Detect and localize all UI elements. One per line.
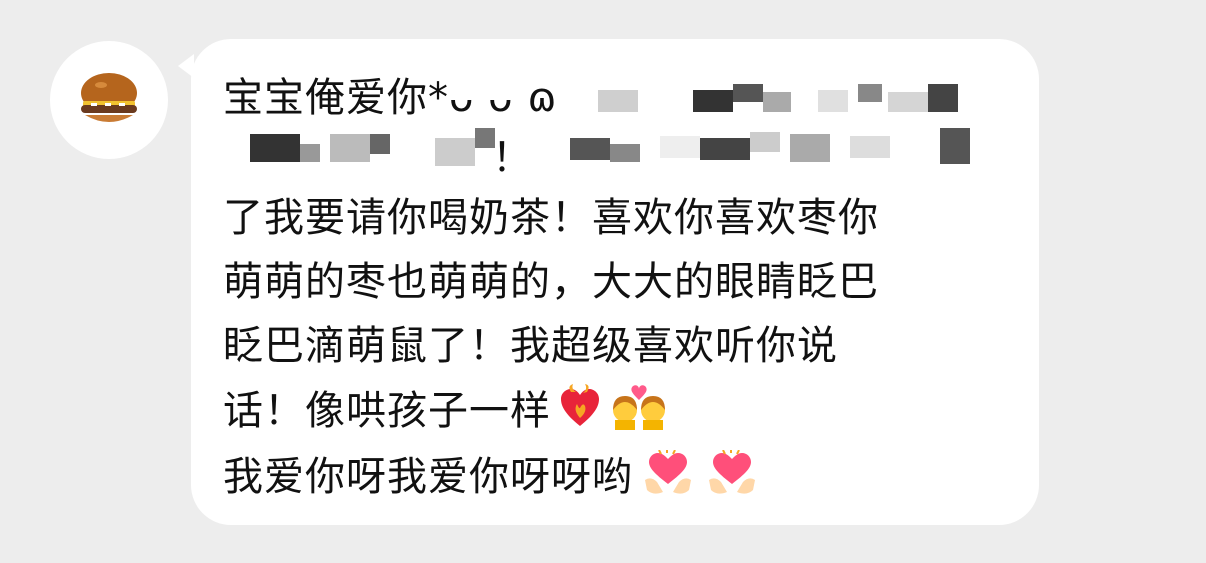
- heart-hands-icon: [707, 449, 757, 509]
- message-line-2-fragment: ！: [492, 135, 533, 181]
- message-line-7-text: 我爱你呀我爱你呀呀哟: [223, 454, 633, 500]
- contact-avatar[interactable]: [50, 41, 168, 159]
- message-line-1: 宝宝俺爱你*ᴗ ᴗ ɷ: [223, 75, 558, 121]
- message-line-4: 萌萌的枣也萌萌的，大大的眼睛眨巴: [223, 259, 879, 305]
- heart-hands-icon: [643, 449, 693, 509]
- burger-icon: [81, 73, 137, 122]
- message-line-6: 话！像哄孩子一样: [223, 384, 669, 443]
- censored-block: [240, 128, 990, 172]
- message-line-3: 了我要请你喝奶茶！喜欢你喜欢枣你: [223, 195, 879, 241]
- couple-with-heart-icon: [609, 384, 669, 443]
- message-line-6-text: 话！像哄孩子一样: [223, 388, 551, 434]
- message-line-5: 眨巴滴萌鼠了！我超级喜欢听你说: [223, 323, 838, 369]
- heart-on-fire-icon: [557, 384, 603, 443]
- censored-block: [598, 84, 978, 120]
- message-line-7: 我爱你呀我爱你呀呀哟: [223, 449, 757, 509]
